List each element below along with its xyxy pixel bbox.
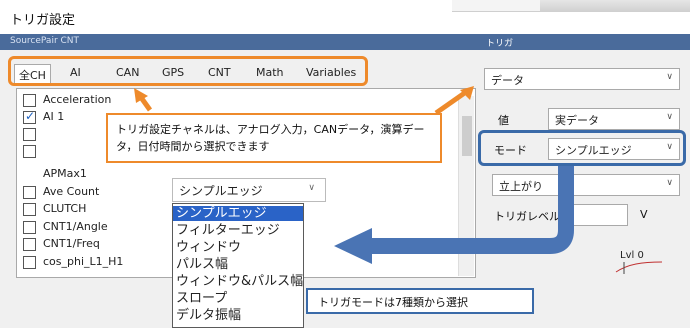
tabs-highlight [8, 56, 368, 86]
mode-dropdown-value: シンプルエッジ [179, 184, 263, 198]
trigger-level-label: トリガレベル [494, 210, 560, 223]
trigger-level-input[interactable] [568, 204, 628, 226]
background-window-strip [452, 0, 690, 12]
channel-checkbox[interactable] [23, 203, 36, 216]
edge-select-value: 立上がり [499, 180, 543, 193]
window-title: トリガ設定 [10, 13, 76, 28]
channel-checkbox[interactable] [23, 94, 36, 107]
mode-option[interactable]: ウィンドウ [173, 240, 303, 255]
trigger-header: トリガ [472, 34, 690, 50]
list-scrollbar[interactable] [458, 96, 474, 276]
channel-label: Ave Count [43, 185, 100, 198]
channel-label: Acceleration [43, 93, 112, 106]
chevron-down-icon: ∨ [666, 72, 673, 82]
window-titlebar: トリガ設定 [0, 0, 452, 30]
source-header: SourcePair CNT [0, 34, 472, 50]
channel-checkbox[interactable] [23, 221, 36, 234]
mode-callout: トリガモードは7種類から選択 [306, 288, 534, 314]
channel-checkbox[interactable] [23, 128, 36, 141]
level-preview: Lvl 0 [615, 250, 670, 274]
channel-label: AI 1 [43, 110, 65, 123]
value-label: 値 [498, 114, 509, 127]
mode-option[interactable]: フィルターエッジ [173, 223, 303, 238]
channel-checkbox[interactable] [23, 145, 36, 158]
trigger-type-value: データ [491, 74, 524, 87]
channel-label: CLUTCH [43, 202, 87, 215]
chevron-down-icon: ∨ [308, 183, 315, 193]
channel-checkbox[interactable] [23, 109, 36, 124]
mode-dropdown-list: シンプルエッジ フィルターエッジ ウィンドウ パルス幅 ウィンドウ&パルス幅 ス… [172, 203, 304, 328]
mode-dropdown-combo[interactable]: シンプルエッジ ∨ [172, 178, 326, 202]
channel-callout: トリガ設定チャネルは、アナログ入力，CANデータ，演算データ，日付時間から選択で… [106, 113, 442, 163]
chevron-down-icon: ∨ [666, 178, 673, 188]
channel-label: CNT1/Freq [43, 237, 100, 250]
channel-checkbox[interactable] [23, 186, 36, 199]
mode-option[interactable]: スロープ [173, 291, 303, 306]
channel-checkbox[interactable] [23, 256, 36, 269]
trigger-level-unit: V [640, 208, 648, 221]
mode-option[interactable]: シンプルエッジ [173, 206, 303, 221]
chevron-down-icon: ∨ [666, 112, 673, 122]
channel-checkbox[interactable] [23, 238, 36, 251]
mode-option[interactable]: パルス幅 [173, 257, 303, 272]
value-select-value: 実データ [555, 114, 599, 127]
channel-label: CNT1/Angle [43, 220, 108, 233]
level-preview-curve [615, 261, 663, 274]
mode-option[interactable]: デルタ振幅 [173, 308, 303, 323]
value-select[interactable]: 実データ ∨ [548, 108, 680, 130]
channel-label: cos_phi_L1_H1 [43, 255, 124, 268]
scroll-thumb[interactable] [462, 116, 472, 156]
mode-highlight [478, 130, 686, 166]
channel-label: APMax1 [43, 167, 87, 180]
trigger-type-select[interactable]: データ ∨ [484, 68, 680, 90]
mode-option[interactable]: ウィンドウ&パルス幅 [173, 274, 303, 289]
edge-select[interactable]: 立上がり ∨ [492, 174, 680, 196]
